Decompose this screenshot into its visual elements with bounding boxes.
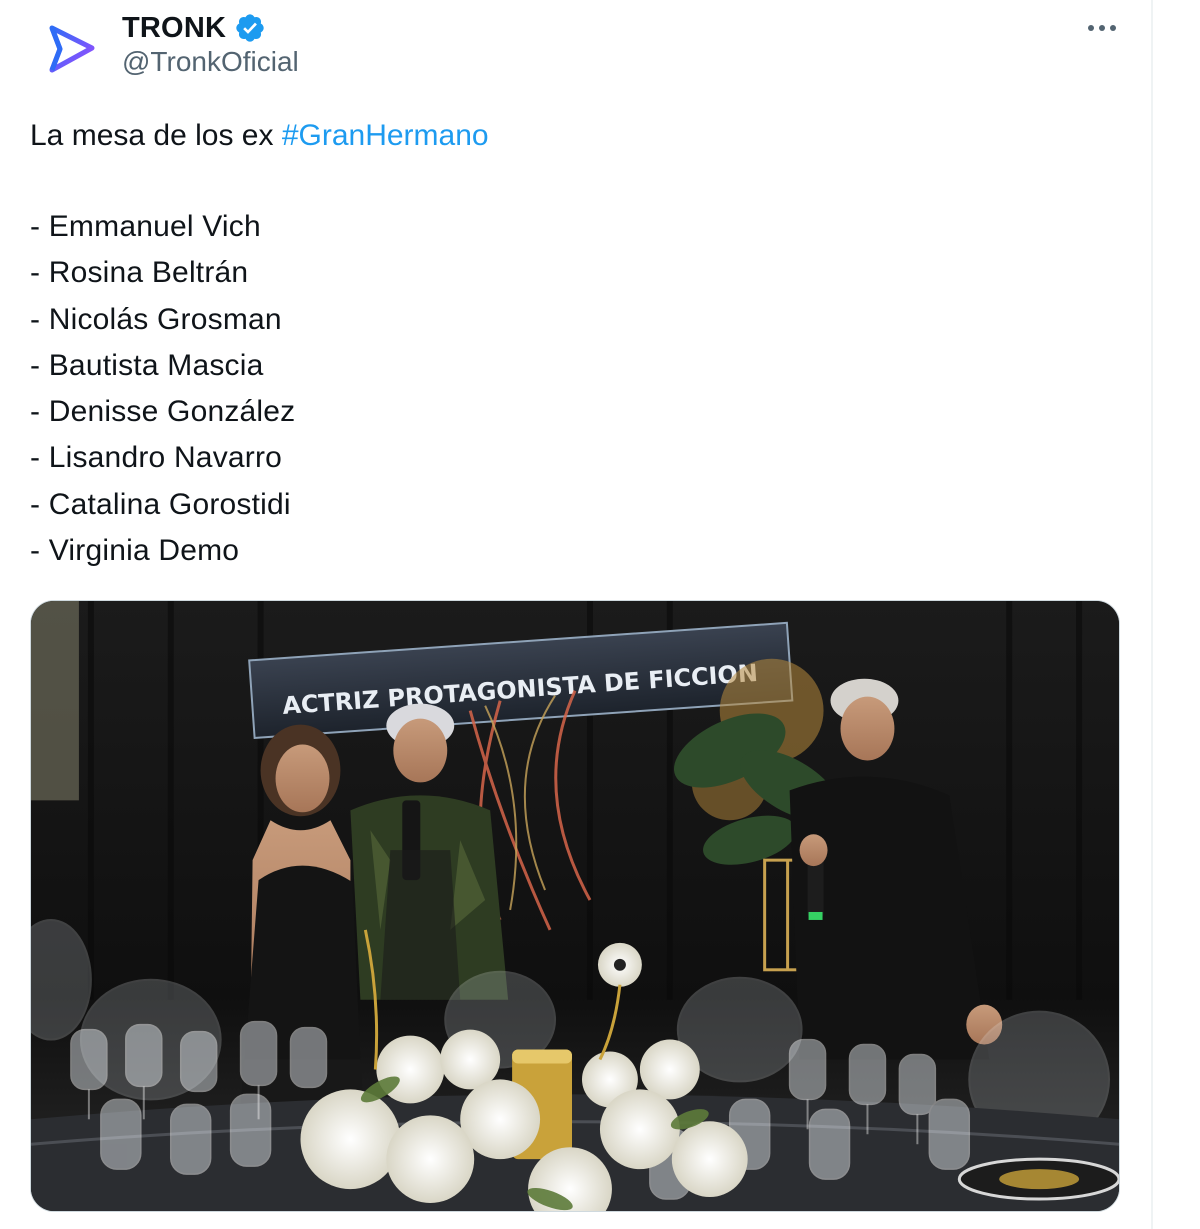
author-name-row[interactable]: TRONK [122,8,266,48]
list-item: - Virginia Demo [30,534,240,568]
column-divider [1151,0,1153,1229]
tweet: TRONK @TronkOficial La mesa de los ex #G… [0,0,1150,1229]
tweet-text-lead: La mesa de los ex [30,119,282,152]
list-item: - Lisandro Navarro [30,441,283,475]
dot [1088,25,1094,31]
list-item: - Nicolás Grosman [30,302,282,336]
list-item: - Emmanuel Vich [30,210,261,243]
tweet-media-photo[interactable]: ACTRIZ PROTAGONISTA DE FICCION [30,600,1120,1212]
event-photo: ACTRIZ PROTAGONISTA DE FICCION [31,601,1119,1211]
author-avatar[interactable] [38,18,102,82]
names-list: - Emmanuel Vich - Rosina Beltrán - Nicol… [30,204,295,574]
list-item: - Denisse González [30,395,296,429]
dot [1110,25,1116,31]
more-options-icon[interactable] [1082,14,1122,42]
list-item: - Rosina Beltrán [30,256,249,290]
list-item: - Catalina Gorostidi [30,487,291,521]
hashtag-link[interactable]: #GranHermano [282,119,489,152]
author-display-name[interactable]: TRONK [122,12,226,45]
dot [1099,25,1105,31]
verified-badge-icon [236,14,264,42]
tronk-play-logo-icon [49,25,95,73]
list-item: - Bautista Mascia [30,348,264,382]
tweet-text-intro: La mesa de los ex #GranHermano [30,114,489,158]
author-handle[interactable]: @TronkOficial [122,46,299,78]
